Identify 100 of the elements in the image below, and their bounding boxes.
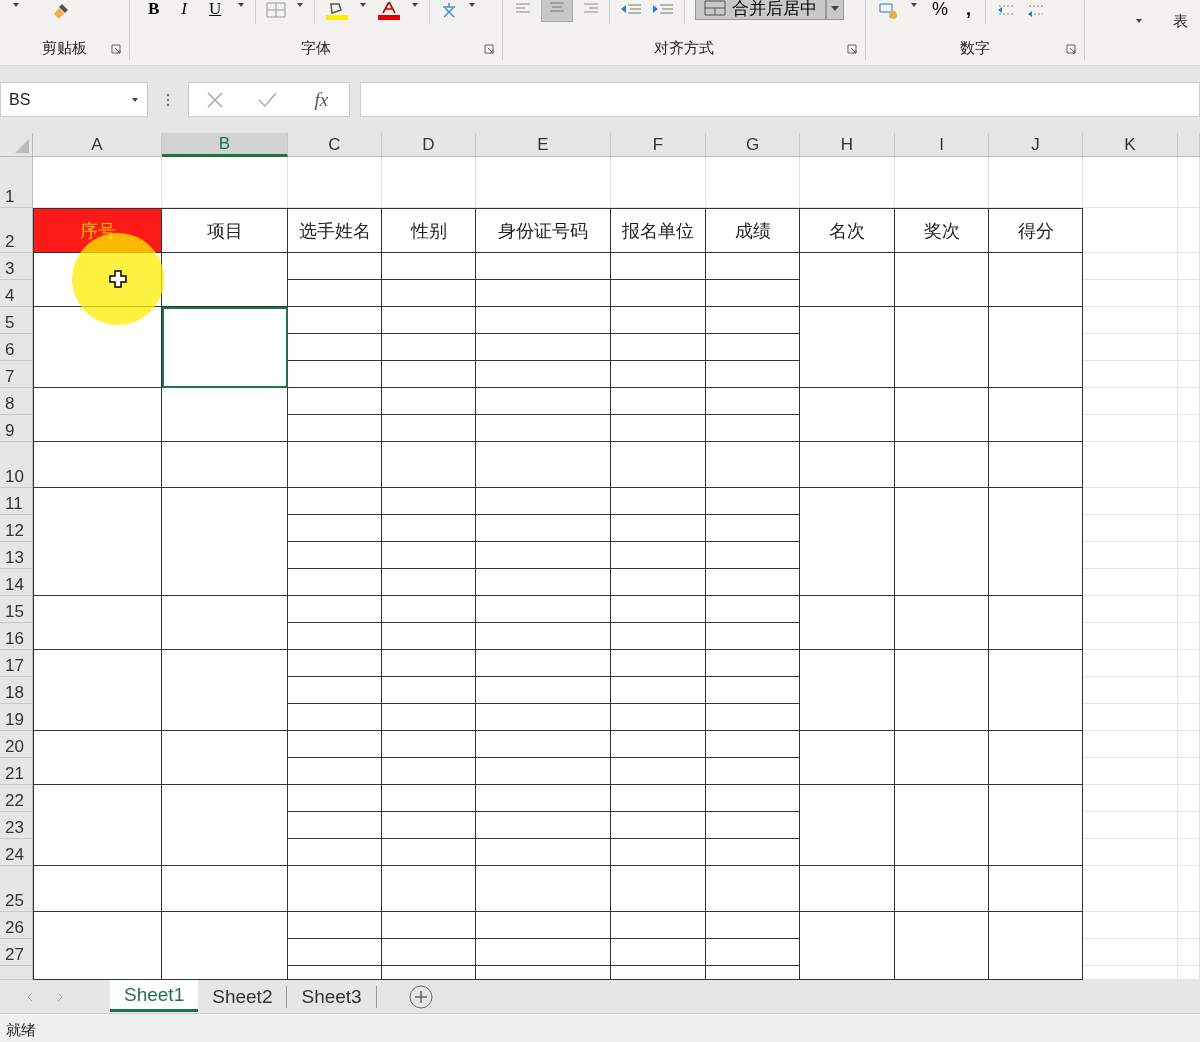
table-cell[interactable] — [288, 785, 382, 812]
caret-icon[interactable] — [12, 2, 20, 8]
table-cell[interactable] — [33, 596, 162, 650]
table-cell[interactable] — [895, 596, 989, 650]
table-cell[interactable] — [162, 596, 288, 650]
table-cell[interactable] — [162, 785, 288, 866]
table-cell[interactable] — [895, 785, 989, 866]
grid-cell[interactable] — [800, 157, 895, 208]
column-header[interactable]: H — [800, 133, 895, 157]
row-header[interactable]: 2 — [0, 208, 33, 253]
table-cell[interactable] — [288, 442, 382, 488]
table-cell[interactable] — [476, 361, 611, 388]
table-cell[interactable] — [162, 307, 288, 388]
table-cell[interactable] — [476, 650, 611, 677]
table-cell[interactable] — [800, 253, 895, 307]
table-cell[interactable] — [800, 596, 895, 650]
underline-button[interactable]: U — [203, 0, 228, 18]
table-cell[interactable] — [382, 839, 476, 866]
table-cell[interactable] — [800, 307, 895, 388]
caret-icon[interactable] — [359, 2, 368, 8]
column-header[interactable]: G — [706, 133, 800, 157]
row-header[interactable]: 22 — [0, 785, 33, 812]
table-cell[interactable] — [706, 704, 800, 731]
table-cell[interactable] — [382, 650, 476, 677]
grid-cell[interactable] — [1178, 361, 1200, 388]
table-cell[interactable] — [33, 785, 162, 866]
grid-cell[interactable] — [1083, 785, 1178, 812]
table-cell[interactable] — [382, 280, 476, 307]
grid-cell[interactable] — [1178, 208, 1200, 253]
table-cell[interactable] — [800, 442, 895, 488]
table-cell[interactable] — [895, 442, 989, 488]
table-cell[interactable] — [611, 650, 706, 677]
table-cell[interactable] — [611, 677, 706, 704]
table-cell[interactable] — [706, 623, 800, 650]
table-cell[interactable] — [476, 388, 611, 415]
row-header[interactable]: 3 — [0, 253, 33, 280]
grid-cell[interactable] — [1178, 596, 1200, 623]
row-header[interactable]: 1 — [0, 157, 33, 208]
table-cell[interactable] — [706, 569, 800, 596]
table-cell[interactable] — [382, 866, 476, 912]
dialog-launcher-icon[interactable] — [484, 44, 494, 54]
column-header[interactable]: A — [33, 133, 162, 157]
grid-cell[interactable] — [1178, 542, 1200, 569]
table-cell[interactable] — [611, 307, 706, 334]
table-cell[interactable] — [989, 650, 1083, 731]
table-cell[interactable] — [706, 361, 800, 388]
grid-cell[interactable] — [1083, 939, 1178, 966]
sheet-tab[interactable]: Sheet2 — [198, 985, 288, 1008]
grid-cell[interactable] — [1083, 812, 1178, 839]
table-cell[interactable] — [476, 569, 611, 596]
table-cell[interactable] — [476, 334, 611, 361]
table-cell[interactable] — [989, 785, 1083, 866]
table-cell[interactable] — [895, 253, 989, 307]
grid-cell[interactable] — [989, 157, 1083, 208]
table-cell[interactable] — [162, 388, 288, 442]
table-cell[interactable] — [33, 650, 162, 731]
table-cell[interactable] — [800, 488, 895, 596]
table-cell[interactable] — [706, 866, 800, 912]
table-cell[interactable] — [989, 253, 1083, 307]
column-header[interactable]: J — [989, 133, 1083, 157]
table-cell[interactable] — [476, 839, 611, 866]
table-cell[interactable] — [895, 488, 989, 596]
grid-cell[interactable] — [1083, 157, 1178, 208]
table-cell[interactable] — [611, 442, 706, 488]
table-cell[interactable] — [706, 731, 800, 758]
table-cell[interactable] — [476, 596, 611, 623]
row-header[interactable]: 18 — [0, 677, 33, 704]
table-cell[interactable] — [476, 704, 611, 731]
table-cell[interactable] — [706, 488, 800, 515]
row-header[interactable]: 25 — [0, 866, 33, 912]
table-cell[interactable] — [706, 415, 800, 442]
table-cell[interactable] — [288, 542, 382, 569]
table-cell[interactable] — [288, 939, 382, 966]
table-cell[interactable] — [611, 569, 706, 596]
grid-cell[interactable] — [895, 157, 989, 208]
table-cell[interactable] — [611, 704, 706, 731]
table-cell[interactable] — [382, 334, 476, 361]
table-cell[interactable] — [162, 650, 288, 731]
table-cell[interactable] — [288, 515, 382, 542]
grid-cell[interactable] — [1178, 253, 1200, 280]
grip-icon[interactable] — [166, 91, 170, 108]
grid-cell[interactable] — [1083, 208, 1178, 253]
grid-cell[interactable] — [1083, 569, 1178, 596]
grid-cell[interactable] — [1178, 623, 1200, 650]
grid-cell[interactable] — [162, 157, 288, 208]
grid-cell[interactable] — [1083, 542, 1178, 569]
table-cell[interactable] — [800, 650, 895, 731]
row-header[interactable]: 17 — [0, 650, 33, 677]
grid-cell[interactable] — [1178, 488, 1200, 515]
table-cell[interactable] — [476, 253, 611, 280]
row-header[interactable]: 24 — [0, 839, 33, 866]
caret-icon[interactable] — [1135, 18, 1143, 24]
table-cell[interactable] — [611, 361, 706, 388]
table-cell[interactable] — [382, 361, 476, 388]
table-cell[interactable] — [706, 334, 800, 361]
table-cell[interactable] — [288, 866, 382, 912]
grid-cell[interactable] — [1178, 307, 1200, 334]
table-cell[interactable] — [476, 623, 611, 650]
table-cell[interactable] — [895, 650, 989, 731]
row-header[interactable]: 26 — [0, 912, 33, 939]
